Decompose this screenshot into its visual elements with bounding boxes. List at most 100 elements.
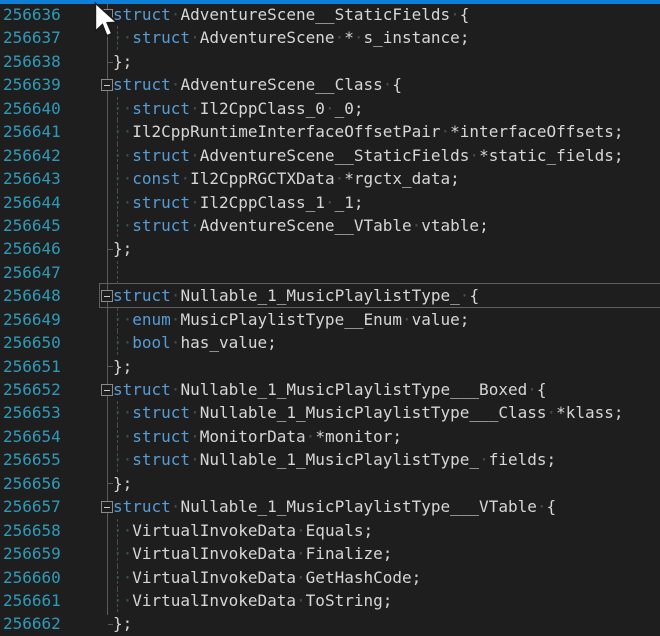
code-text[interactable]: ··struct·AdventureScene__VTable·vtable;: [113, 214, 489, 237]
code-line[interactable]: 256641 ··Il2CppRuntimeInterfaceOffsetPair…: [0, 120, 660, 143]
line-number[interactable]: 256641: [3, 120, 61, 143]
line-number[interactable]: 256653: [3, 401, 61, 424]
code-line[interactable]: 256649 ··enum·MusicPlaylistType__Enum·val…: [0, 308, 660, 331]
code-text[interactable]: };: [113, 612, 132, 635]
code-text[interactable]: ··enum·MusicPlaylistType__Enum·value;: [113, 308, 469, 331]
code-text[interactable]: ··struct·Il2CppClass_1·_1;: [113, 191, 363, 214]
line-number[interactable]: 256655: [3, 448, 61, 471]
code-line[interactable]: 256643 ··const·Il2CppRGCTXData·*rgctx_dat…: [0, 167, 660, 190]
code-token: };: [113, 52, 132, 71]
code-line[interactable]: 256660 ··VirtualInvokeData·GetHashCode;: [0, 566, 660, 589]
whitespace-dots: ·: [469, 146, 479, 165]
code-token: AdventureScene__VTable: [200, 216, 412, 235]
whitespace-dots: ·: [537, 497, 547, 516]
code-text[interactable]: ··struct·AdventureScene·*·s_instance;: [113, 26, 469, 49]
line-number[interactable]: 256660: [3, 566, 61, 589]
code-text[interactable]: ··VirtualInvokeData·ToString;: [113, 589, 392, 612]
line-number[interactable]: 256646: [3, 237, 61, 260]
code-text[interactable]: ··VirtualInvokeData·Equals;: [113, 519, 373, 542]
code-line[interactable]: 256642 ··struct·AdventureScene__StaticFie…: [0, 144, 660, 167]
line-number[interactable]: 256659: [3, 542, 61, 565]
code-line[interactable]: 256658 ··VirtualInvokeData·Equals;: [0, 519, 660, 542]
code-line[interactable]: 256654 ··struct·MonitorData·*monitor;: [0, 425, 660, 448]
whitespace-dots: ··: [113, 544, 132, 563]
code-text[interactable]: struct·Nullable_1_MusicPlaylistType_·{: [113, 284, 479, 307]
line-number[interactable]: 256649: [3, 308, 61, 331]
code-line[interactable]: 256647: [0, 261, 660, 284]
code-text[interactable]: struct·AdventureScene__StaticFields·{: [113, 3, 469, 26]
line-number[interactable]: 256651: [3, 355, 61, 378]
line-number[interactable]: 256648: [3, 284, 61, 307]
code-text[interactable]: ··struct·AdventureScene__StaticFields·*s…: [113, 144, 624, 167]
code-line[interactable]: 256655 ··struct·Nullable_1_MusicPlaylistT…: [0, 448, 660, 471]
code-text[interactable]: ··struct·Il2CppClass_0·_0;: [113, 97, 363, 120]
fold-collapse-icon[interactable]: [101, 501, 113, 513]
whitespace-dots: ·: [171, 333, 181, 352]
code-line[interactable]: 256657struct·Nullable_1_MusicPlaylistTyp…: [0, 495, 660, 518]
code-text[interactable]: ··struct·MonitorData·*monitor;: [113, 425, 402, 448]
line-number[interactable]: 256647: [3, 261, 61, 284]
code-line[interactable]: 256646};: [0, 237, 660, 260]
code-line[interactable]: 256662};: [0, 612, 660, 635]
code-text[interactable]: };: [113, 237, 132, 260]
code-text[interactable]: ··bool·has_value;: [113, 331, 277, 354]
code-line[interactable]: 256637 ··struct·AdventureScene·*·s_instan…: [0, 26, 660, 49]
code-line[interactable]: 256651};: [0, 355, 660, 378]
line-number[interactable]: 256658: [3, 519, 61, 542]
whitespace-dots: ·: [450, 5, 460, 24]
line-number[interactable]: 256662: [3, 612, 61, 635]
code-line[interactable]: 256653 ··struct·Nullable_1_MusicPlaylistT…: [0, 401, 660, 424]
code-line[interactable]: 256656};: [0, 472, 660, 495]
line-number[interactable]: 256636: [3, 3, 61, 26]
line-number[interactable]: 256645: [3, 214, 61, 237]
fold-collapse-icon[interactable]: [101, 384, 113, 396]
code-text[interactable]: ··VirtualInvokeData·GetHashCode;: [113, 566, 421, 589]
line-number[interactable]: 256637: [3, 26, 61, 49]
code-text[interactable]: ··struct·Nullable_1_MusicPlaylistType___…: [113, 401, 624, 424]
code-text[interactable]: ··struct·Nullable_1_MusicPlaylistType_·f…: [113, 448, 556, 471]
keyword-token: struct: [132, 450, 190, 469]
code-token: VirtualInvokeData: [132, 544, 296, 563]
code-line[interactable]: 256638};: [0, 50, 660, 73]
code-line[interactable]: 256659 ··VirtualInvokeData·Finalize;: [0, 542, 660, 565]
line-number[interactable]: 256642: [3, 144, 61, 167]
code-text[interactable]: };: [113, 472, 132, 495]
code-text[interactable]: struct·Nullable_1_MusicPlaylistType___VT…: [113, 495, 556, 518]
line-number[interactable]: 256652: [3, 378, 61, 401]
code-line[interactable]: 256648 struct·Nullable_1_MusicPlaylistTyp…: [0, 284, 660, 307]
line-number[interactable]: 256639: [3, 73, 61, 96]
line-number[interactable]: 256640: [3, 97, 61, 120]
code-line[interactable]: 256644 ··struct·Il2CppClass_1·_1;: [0, 191, 660, 214]
code-text[interactable]: ··VirtualInvokeData·Finalize;: [113, 542, 392, 565]
code-text[interactable]: ··Il2CppRuntimeInterfaceOffsetPair·*inte…: [113, 120, 624, 143]
code-line[interactable]: 256650 ··bool·has_value;: [0, 331, 660, 354]
line-number[interactable]: 256638: [3, 50, 61, 73]
line-number[interactable]: 256643: [3, 167, 61, 190]
line-number[interactable]: 256656: [3, 472, 61, 495]
code-token: s_instance;: [363, 28, 469, 47]
keyword-token: struct: [113, 497, 171, 516]
line-number[interactable]: 256661: [3, 589, 61, 612]
whitespace-dots: ··: [113, 333, 132, 352]
code-line[interactable]: 256652 struct·Nullable_1_MusicPlaylistTyp…: [0, 378, 660, 401]
fold-collapse-icon[interactable]: [101, 9, 113, 21]
code-text[interactable]: ··const·Il2CppRGCTXData·*rgctx_data;: [113, 167, 460, 190]
code-token: Il2CppClass_0: [200, 99, 325, 118]
line-number[interactable]: 256650: [3, 331, 61, 354]
code-line[interactable]: 256645 ··struct·AdventureScene__VTable·vt…: [0, 214, 660, 237]
code-text[interactable]: };: [113, 355, 132, 378]
line-number[interactable]: 256657: [3, 495, 61, 518]
code-text[interactable]: struct·Nullable_1_MusicPlaylistType___Bo…: [113, 378, 547, 401]
whitespace-dots: ··: [113, 28, 132, 47]
whitespace-dots: ·: [412, 216, 422, 235]
line-number[interactable]: 256644: [3, 191, 61, 214]
code-line[interactable]: 256661 ··VirtualInvokeData·ToString;: [0, 589, 660, 612]
line-number[interactable]: 256654: [3, 425, 61, 448]
code-text[interactable]: struct·AdventureScene__Class·{: [113, 73, 402, 96]
fold-collapse-icon[interactable]: [101, 79, 113, 91]
fold-collapse-icon[interactable]: [101, 290, 113, 302]
code-text[interactable]: };: [113, 50, 132, 73]
code-line[interactable]: 256639 struct·AdventureScene__Class·{: [0, 73, 660, 96]
code-line[interactable]: 256640 ··struct·Il2CppClass_0·_0;: [0, 97, 660, 120]
code-line[interactable]: 256636 struct·AdventureScene__StaticField…: [0, 3, 660, 26]
